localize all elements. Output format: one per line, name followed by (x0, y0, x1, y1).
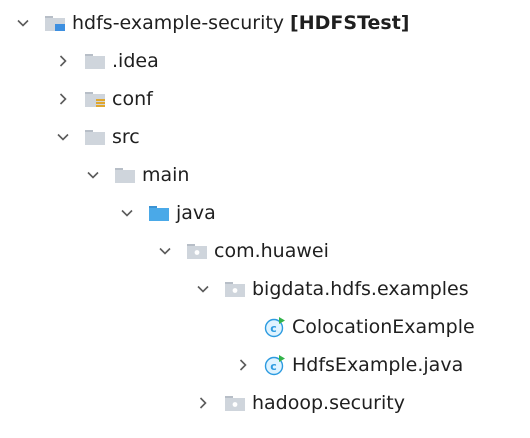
package-icon (224, 278, 246, 300)
tree-node-hdfs-example-security[interactable]: hdfs-example-security [HDFSTest] (12, 4, 409, 42)
node-label: hadoop.security (252, 392, 405, 414)
runnable-class-icon: c (264, 354, 286, 376)
project-tree: hdfs-example-security [HDFSTest] .idea c… (0, 0, 530, 438)
tree-node-src[interactable]: src (52, 118, 140, 156)
svg-text:c: c (270, 322, 277, 335)
source-folder-icon (148, 202, 170, 224)
chevron-down-icon[interactable] (116, 194, 138, 232)
tree-node-colocationexample[interactable]: c ColocationExample (232, 308, 475, 346)
node-label: main (142, 164, 190, 186)
svg-text:c: c (270, 360, 277, 373)
node-label: java (176, 202, 216, 224)
chevron-down-icon[interactable] (12, 4, 34, 42)
chevron-right-icon[interactable] (232, 346, 254, 384)
node-label: com.huawei (214, 240, 329, 262)
tree-node-bigdata-hdfs-examples[interactable]: bigdata.hdfs.examples (192, 270, 469, 308)
tree-node-conf[interactable]: conf (52, 80, 153, 118)
chevron-right-icon[interactable] (52, 42, 74, 80)
chevron-down-icon[interactable] (82, 156, 104, 194)
chevron-down-icon[interactable] (154, 232, 176, 270)
chevron-down-icon[interactable] (52, 118, 74, 156)
package-icon (186, 240, 208, 262)
node-label: conf (112, 88, 153, 110)
tree-node-java[interactable]: java (116, 194, 216, 232)
node-label: ColocationExample (292, 316, 475, 338)
folder-icon (84, 50, 106, 72)
node-label: .idea (112, 50, 159, 72)
module-name-tag: [HDFSTest] (290, 12, 410, 34)
chevron-right-icon[interactable] (192, 384, 214, 422)
folder-icon (84, 126, 106, 148)
folder-icon (114, 164, 136, 186)
runnable-class-icon: c (264, 316, 286, 338)
node-label: bigdata.hdfs.examples (252, 278, 469, 300)
tree-node-main[interactable]: main (82, 156, 189, 194)
module-folder-icon (44, 12, 66, 34)
node-label: src (112, 126, 140, 148)
tree-node-idea[interactable]: .idea (52, 42, 159, 80)
resources-folder-icon (84, 88, 106, 110)
node-label: hdfs-example-security (72, 12, 285, 34)
tree-node-hdfsexample-java[interactable]: c HdfsExample.java (232, 346, 463, 384)
tree-node-com-huawei[interactable]: com.huawei (154, 232, 329, 270)
package-icon (224, 392, 246, 414)
node-label: HdfsExample.java (292, 354, 464, 376)
tree-node-hadoop-security[interactable]: hadoop.security (192, 384, 405, 422)
chevron-down-icon[interactable] (192, 270, 214, 308)
chevron-right-icon[interactable] (52, 80, 74, 118)
